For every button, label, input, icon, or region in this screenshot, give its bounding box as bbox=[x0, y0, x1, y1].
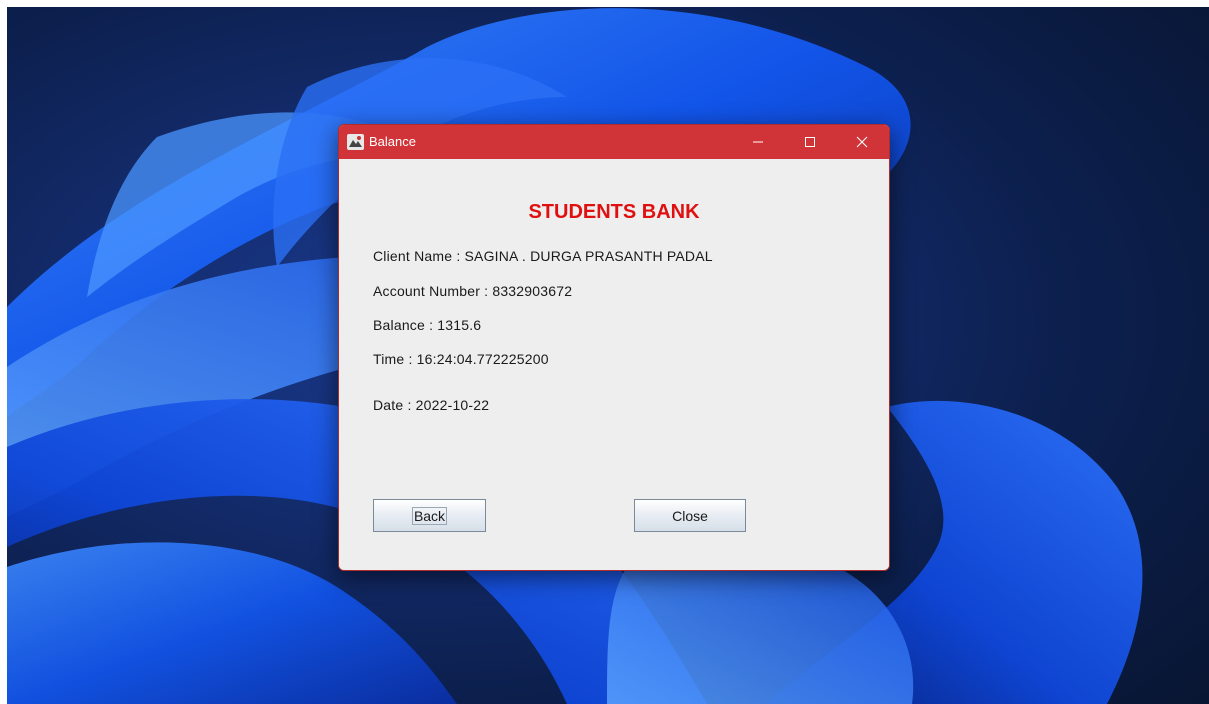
window-titlebar[interactable]: Balance bbox=[339, 125, 889, 159]
client-name-label: Client Name : SAGINA . DURGA PRASANTH PA… bbox=[373, 248, 713, 264]
desktop: Balance STUDENTS BANK Client Name : SAGI… bbox=[7, 7, 1209, 704]
balance-window: Balance STUDENTS BANK Client Name : SAGI… bbox=[338, 124, 890, 571]
java-app-icon bbox=[347, 134, 364, 150]
date-label: Date : 2022-10-22 bbox=[373, 397, 490, 413]
close-window-button[interactable] bbox=[839, 125, 885, 159]
back-button[interactable]: Back bbox=[373, 499, 486, 532]
close-icon bbox=[856, 136, 868, 148]
maximize-button[interactable] bbox=[787, 125, 833, 159]
minimize-button[interactable] bbox=[735, 125, 781, 159]
time-label: Time : 16:24:04.772225200 bbox=[373, 351, 549, 367]
balance-label: Balance : 1315.6 bbox=[373, 317, 482, 333]
minimize-icon bbox=[753, 141, 763, 143]
account-number-label: Account Number : 8332903672 bbox=[373, 283, 573, 299]
back-button-label: Back bbox=[411, 506, 448, 525]
window-title: Balance bbox=[369, 134, 416, 149]
bank-title: STUDENTS BANK bbox=[528, 201, 700, 223]
window-content: STUDENTS BANK Client Name : SAGINA . DUR… bbox=[339, 159, 889, 570]
close-button[interactable]: Close bbox=[634, 499, 746, 532]
maximize-icon bbox=[805, 137, 815, 147]
